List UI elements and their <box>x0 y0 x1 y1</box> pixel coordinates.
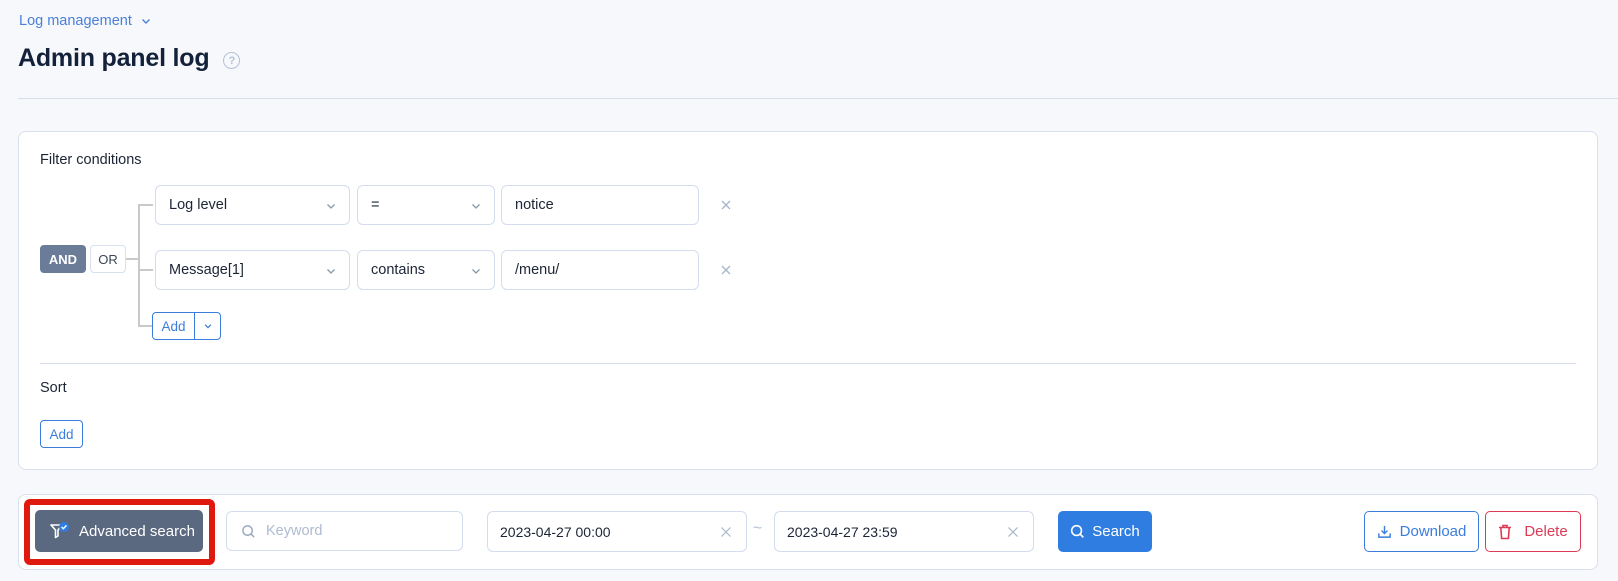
page-title-text: Admin panel log <box>18 44 210 72</box>
filter-conditions-heading: Filter conditions <box>40 152 142 168</box>
condition-value-text: /menu/ <box>515 262 560 278</box>
advanced-search-button[interactable]: Advanced search <box>35 510 203 552</box>
keyword-input[interactable] <box>266 523 446 539</box>
condition-field-select[interactable]: Log level <box>155 185 350 225</box>
add-condition-button[interactable]: Add <box>153 313 195 339</box>
condition-operator-value: = <box>371 197 380 213</box>
chevron-down-icon <box>472 204 480 209</box>
chevron-down-icon <box>327 269 335 274</box>
tree-connector <box>138 204 140 326</box>
condition-field-value: Message[1] <box>169 262 244 278</box>
condition-value-input[interactable]: /menu/ <box>501 250 699 290</box>
condition-field-value: Log level <box>169 197 228 213</box>
download-label: Download <box>1399 523 1467 540</box>
page-title: Admin panel log ? <box>18 44 241 73</box>
breadcrumb-label: Log management <box>19 13 132 29</box>
help-icon[interactable]: ? <box>223 52 241 69</box>
breadcrumb[interactable]: Log management <box>19 13 152 29</box>
remove-condition-icon[interactable] <box>719 198 733 212</box>
remove-condition-icon[interactable] <box>719 263 733 277</box>
section-divider <box>40 363 1576 364</box>
trash-icon <box>1499 524 1512 539</box>
clear-icon[interactable] <box>720 526 732 538</box>
keyword-search-field[interactable] <box>226 511 463 551</box>
logic-or-button[interactable]: OR <box>90 245 126 273</box>
date-range-separator: ~ <box>753 520 763 537</box>
condition-operator-select[interactable]: = <box>357 185 495 225</box>
add-condition-dropdown[interactable] <box>195 313 220 339</box>
condition-field-select[interactable]: Message[1] <box>155 250 350 290</box>
condition-operator-select[interactable]: contains <box>357 250 495 290</box>
search-button[interactable]: Search <box>1058 511 1152 552</box>
date-to-field[interactable]: 2023-04-27 23:59 <box>774 511 1034 552</box>
search-label: Search <box>1092 523 1140 540</box>
filter-panel: Filter conditions AND OR Log level = not… <box>18 131 1598 470</box>
delete-button[interactable]: Delete <box>1485 511 1581 552</box>
add-sort-button[interactable]: Add <box>40 420 83 448</box>
clear-icon[interactable] <box>1007 526 1019 538</box>
chevron-down-icon <box>141 19 150 24</box>
add-condition-split-button: Add <box>152 312 221 340</box>
chevron-down-icon <box>327 204 335 209</box>
sort-heading: Sort <box>40 380 67 396</box>
date-from-field[interactable]: 2023-04-27 00:00 <box>487 511 747 552</box>
tree-connector <box>138 204 153 206</box>
condition-operator-value: contains <box>371 262 426 278</box>
download-icon <box>1377 525 1391 538</box>
tree-connector <box>138 325 152 327</box>
advanced-search-label: Advanced search <box>79 522 195 540</box>
header-divider <box>18 98 1618 99</box>
chevron-down-icon <box>472 269 480 274</box>
delete-label: Delete <box>1524 523 1568 540</box>
download-button[interactable]: Download <box>1364 511 1479 552</box>
chevron-down-icon <box>204 324 211 329</box>
filter-check-icon <box>50 522 70 540</box>
search-icon <box>1071 524 1085 538</box>
condition-value-input[interactable]: notice <box>501 185 699 225</box>
condition-value-text: notice <box>515 197 554 213</box>
date-to-value: 2023-04-27 23:59 <box>787 523 898 540</box>
tree-connector <box>126 258 138 260</box>
search-icon <box>242 524 255 538</box>
tree-connector <box>138 269 153 271</box>
logic-and-button[interactable]: AND <box>40 245 86 273</box>
date-from-value: 2023-04-27 00:00 <box>500 523 611 540</box>
